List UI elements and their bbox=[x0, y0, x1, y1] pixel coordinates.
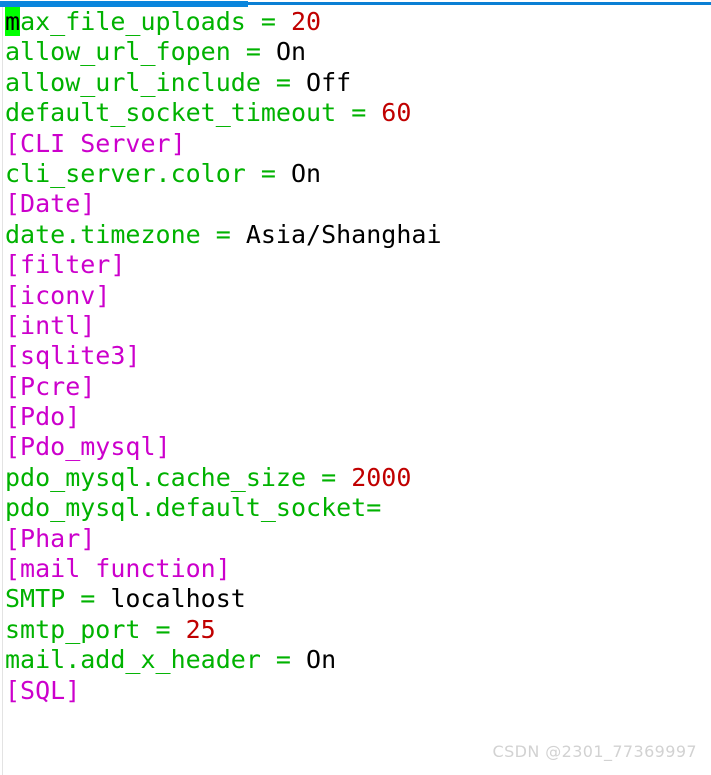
editor-line[interactable]: max_file_uploads = 20 bbox=[0, 7, 711, 37]
editor-line[interactable]: allow_url_include = Off bbox=[0, 68, 711, 98]
ini-section-header: [Pdo] bbox=[5, 402, 81, 432]
ini-key: pdo_mysql.default_socket bbox=[5, 493, 367, 523]
ini-section-header: [iconv] bbox=[5, 280, 111, 310]
ini-key: allow_url_fopen bbox=[5, 37, 231, 67]
editor-line[interactable]: date.timezone = Asia/Shanghai bbox=[0, 220, 711, 250]
ini-value: Asia/Shanghai bbox=[245, 219, 442, 249]
ini-key: mail.add_x_header bbox=[5, 645, 261, 675]
ini-assignment-operator: = bbox=[230, 37, 276, 67]
csdn-watermark: CSDN @2301_77369997 bbox=[492, 742, 697, 761]
ini-section-header: [SQL] bbox=[5, 675, 81, 705]
ini-key: allow_url_include bbox=[5, 67, 261, 97]
editor-line[interactable]: SMTP = localhost bbox=[0, 584, 711, 614]
ini-section-header: [Pcre] bbox=[5, 371, 96, 401]
editor-line[interactable]: [Pdo] bbox=[0, 402, 711, 432]
ini-assignment-operator: = bbox=[245, 158, 291, 188]
ini-value: 20 bbox=[291, 7, 322, 36]
ini-section-header: [filter] bbox=[5, 250, 126, 280]
ini-assignment-operator: = bbox=[306, 462, 352, 492]
editor-line[interactable]: [iconv] bbox=[0, 281, 711, 311]
editor-line[interactable]: allow_url_fopen = On bbox=[0, 37, 711, 67]
ini-key: date.timezone bbox=[5, 219, 201, 249]
ini-value: 25 bbox=[185, 614, 216, 644]
editor-line[interactable]: pdo_mysql.default_socket= bbox=[0, 493, 711, 523]
ini-key: pdo_mysql.cache_size bbox=[5, 462, 307, 492]
editor-line[interactable]: [filter] bbox=[0, 250, 711, 280]
ini-section-header: [mail function] bbox=[5, 554, 231, 584]
editor-line[interactable]: [intl] bbox=[0, 311, 711, 341]
editor-line[interactable]: [Phar] bbox=[0, 524, 711, 554]
ini-key: cli_server.color bbox=[5, 158, 246, 188]
ini-assignment-operator: = bbox=[336, 98, 382, 128]
editor-line[interactable]: pdo_mysql.cache_size = 2000 bbox=[0, 463, 711, 493]
ini-section-header: [CLI Server] bbox=[5, 128, 186, 158]
ini-key: smtp_port bbox=[5, 614, 141, 644]
ini-value: 60 bbox=[381, 98, 412, 128]
horizontal-progress-bar[interactable] bbox=[0, 0, 711, 7]
ini-value: localhost bbox=[110, 584, 246, 614]
ini-value: On bbox=[290, 158, 322, 188]
ini-assignment-operator: = bbox=[245, 7, 291, 36]
ini-value: On bbox=[306, 645, 337, 675]
ini-assignment-operator: = bbox=[260, 645, 307, 675]
editor-line[interactable]: [mail function] bbox=[0, 554, 711, 584]
editor-line[interactable]: [Date] bbox=[0, 189, 711, 219]
ini-section-header: [Date] bbox=[5, 189, 96, 219]
editor-line[interactable]: [sqlite3] bbox=[0, 341, 711, 371]
ini-key: ax_file_uploads bbox=[20, 7, 246, 36]
ini-assignment-operator: = bbox=[366, 493, 382, 523]
ini-assignment-operator: = bbox=[260, 67, 307, 97]
editor-line[interactable]: [Pdo_mysql] bbox=[0, 432, 711, 462]
editor-line[interactable]: [Pcre] bbox=[0, 372, 711, 402]
text-cursor: m bbox=[5, 7, 21, 36]
editor-line[interactable]: [CLI Server] bbox=[0, 129, 711, 159]
ini-section-header: [Phar] bbox=[5, 523, 96, 553]
ini-key: default_socket_timeout bbox=[5, 98, 337, 128]
ini-value: On bbox=[275, 37, 307, 67]
ini-value: Off bbox=[306, 67, 352, 97]
editor-line[interactable]: default_socket_timeout = 60 bbox=[0, 98, 711, 128]
editor-line[interactable]: mail.add_x_header = On bbox=[0, 645, 711, 675]
editor-line[interactable]: cli_server.color = On bbox=[0, 159, 711, 189]
ini-assignment-operator: = bbox=[65, 584, 111, 614]
code-editor-text-area[interactable]: max_file_uploads = 20 allow_url_fopen = O… bbox=[0, 7, 711, 775]
ini-section-header: [sqlite3] bbox=[5, 341, 141, 371]
ini-assignment-operator: = bbox=[200, 219, 246, 249]
editor-line[interactable]: [SQL] bbox=[0, 676, 711, 706]
editor-line[interactable]: smtp_port = 25 bbox=[0, 615, 711, 645]
ini-assignment-operator: = bbox=[140, 614, 186, 644]
ini-section-header: [intl] bbox=[5, 310, 96, 340]
ini-section-header: [Pdo_mysql] bbox=[5, 432, 171, 462]
ini-key: SMTP bbox=[5, 584, 66, 614]
ini-value: 2000 bbox=[351, 462, 412, 492]
